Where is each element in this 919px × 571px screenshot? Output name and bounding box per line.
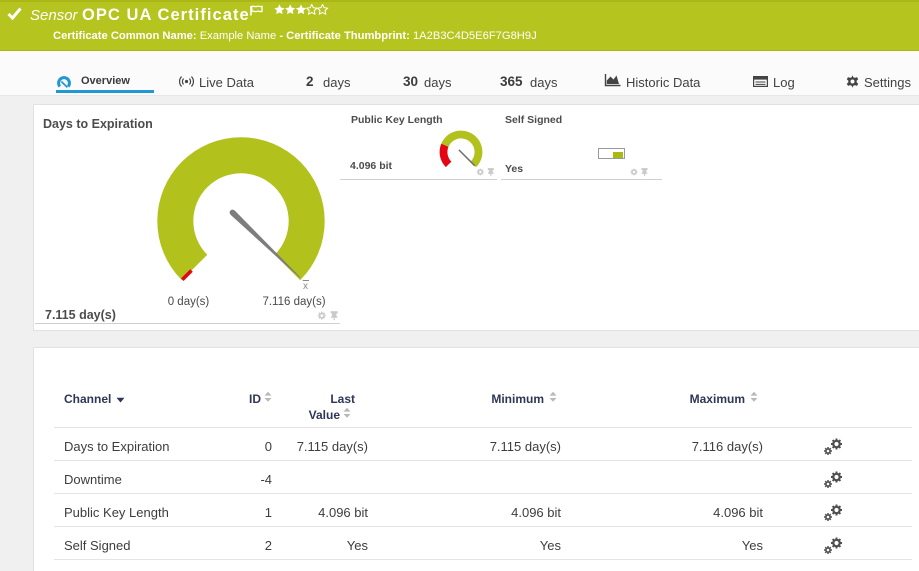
svg-text:x: x xyxy=(303,281,308,292)
